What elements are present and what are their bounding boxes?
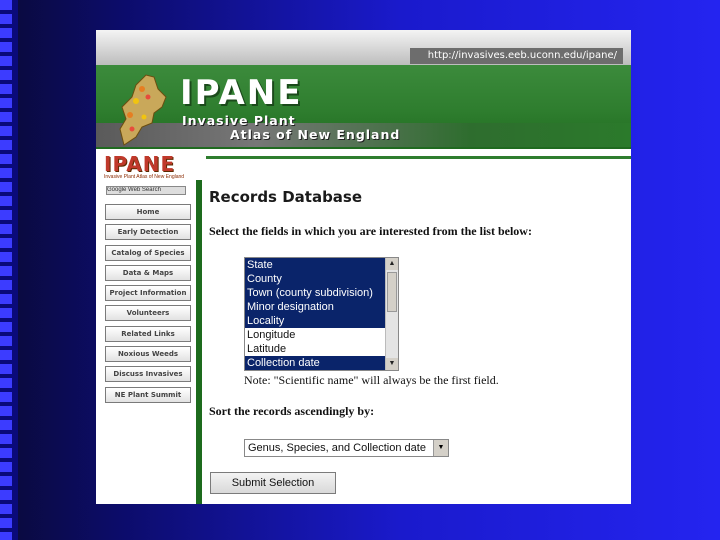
sidebar-item-early-detection[interactable]: Early Detection xyxy=(105,224,191,241)
list-item[interactable]: Longitude xyxy=(245,328,386,342)
scientific-name-note: Note: "Scientific name" will always be t… xyxy=(244,373,499,387)
site-logo[interactable]: IPANE Invasive Plant Atlas of New Englan… xyxy=(104,152,185,184)
fields-prompt: Select the fields in which you are inter… xyxy=(209,224,532,238)
url-label[interactable]: http://invasives.eeb.uconn.edu/ipane/ xyxy=(409,48,623,64)
scroll-up-icon[interactable]: ▲ xyxy=(386,258,398,270)
list-item[interactable]: County xyxy=(245,272,386,286)
browser-screenshot: http://invasives.eeb.uconn.edu/ipane/ IP… xyxy=(96,30,631,504)
slide-side-strip xyxy=(0,0,18,540)
list-item[interactable]: Town (county subdivision) xyxy=(245,286,386,300)
sidebar-nav: Home Early Detection Catalog of Species … xyxy=(105,204,191,407)
sidebar-item-discuss[interactable]: Discuss Invasives xyxy=(105,366,191,383)
sidebar-divider xyxy=(196,180,202,504)
sidebar-item-catalog[interactable]: Catalog of Species xyxy=(105,244,191,261)
fields-listbox[interactable]: State County Town (county subdivision) M… xyxy=(244,257,399,371)
sort-label: Sort the records ascendingly by: xyxy=(209,404,375,418)
chevron-down-icon[interactable]: ▼ xyxy=(433,440,448,456)
list-item[interactable]: Collection date xyxy=(245,356,386,370)
logo-subtext: Invasive Plant Atlas of New England xyxy=(104,174,185,180)
list-item[interactable]: Locality xyxy=(245,314,386,328)
sidebar-search-box[interactable]: Google Web Search xyxy=(106,186,186,195)
sidebar-item-plant-summit[interactable]: NE Plant Summit xyxy=(105,386,191,403)
new-england-map-icon xyxy=(119,74,167,146)
tagline-line1: Invasive Plant xyxy=(182,113,296,128)
sidebar-item-volunteers[interactable]: Volunteers xyxy=(105,305,191,322)
logo-text: IPANE xyxy=(104,152,176,176)
site-brand: IPANE xyxy=(180,73,303,113)
list-item[interactable]: Minor designation xyxy=(245,300,386,314)
scroll-down-icon[interactable]: ▼ xyxy=(386,358,398,370)
submit-selection-button[interactable]: Submit Selection xyxy=(210,472,336,494)
tagline-line2: Atlas of New England xyxy=(230,127,401,142)
sort-select-value: Genus, Species, and Collection date xyxy=(248,442,426,454)
listbox-scrollbar[interactable]: ▲ ▼ xyxy=(385,258,398,370)
sidebar-item-project-info[interactable]: Project Information xyxy=(105,285,191,302)
sidebar-item-home[interactable]: Home xyxy=(105,204,191,220)
sidebar-item-noxious-weeds[interactable]: Noxious Weeds xyxy=(105,346,191,363)
sort-select[interactable]: Genus, Species, and Collection date ▼ xyxy=(244,439,449,457)
site-banner: IPANE Invasive Plant Atlas of New Englan… xyxy=(96,65,631,149)
list-item[interactable]: State xyxy=(245,258,386,272)
scroll-thumb[interactable] xyxy=(387,272,397,312)
sidebar-item-data-maps[interactable]: Data & Maps xyxy=(105,264,191,281)
page-title: Records Database xyxy=(209,188,363,206)
sidebar-item-related-links[interactable]: Related Links xyxy=(105,325,191,342)
list-item[interactable]: Latitude xyxy=(245,342,386,356)
banner-rule xyxy=(206,156,631,159)
browser-top-bar: http://invasives.eeb.uconn.edu/ipane/ xyxy=(96,30,631,65)
